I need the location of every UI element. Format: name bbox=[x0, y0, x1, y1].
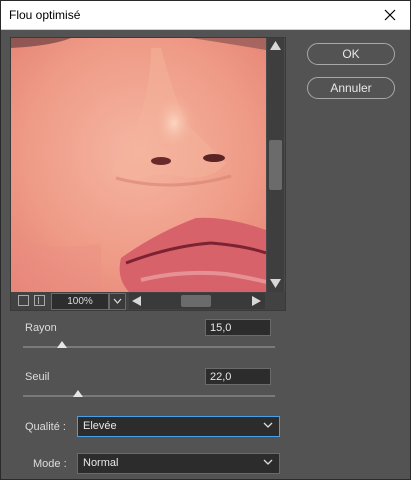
scroll-left-icon[interactable] bbox=[131, 295, 142, 307]
zoom-in-icon[interactable] bbox=[34, 295, 45, 306]
zoom-level-field[interactable]: 100% bbox=[51, 293, 109, 310]
mode-label: Mode : bbox=[33, 458, 67, 470]
rayon-label: Rayon bbox=[25, 322, 57, 334]
seuil-slider-knob[interactable] bbox=[73, 390, 84, 397]
zoom-dropdown[interactable] bbox=[109, 293, 126, 310]
cancel-button[interactable]: Annuler bbox=[307, 77, 395, 99]
chevron-down-icon bbox=[263, 422, 273, 428]
preview-horizontal-scrollbar[interactable] bbox=[129, 293, 265, 309]
qualite-label: Qualité : bbox=[25, 421, 66, 433]
preview-image[interactable] bbox=[11, 38, 266, 292]
seuil-input[interactable]: 22,0 bbox=[205, 368, 271, 385]
scroll-down-icon[interactable] bbox=[269, 278, 282, 289]
smart-blur-dialog: Flou optimisé 100% OK Annuler Rayon 15,0… bbox=[0, 0, 411, 480]
zoom-out-icon[interactable] bbox=[18, 295, 29, 306]
mode-select[interactable]: Normal bbox=[77, 453, 280, 474]
preview-vertical-scrollbar[interactable] bbox=[267, 38, 284, 292]
mode-value: Normal bbox=[83, 457, 119, 469]
chevron-down-icon bbox=[263, 459, 273, 465]
scroll-up-icon[interactable] bbox=[269, 40, 282, 51]
ok-button[interactable]: OK bbox=[307, 43, 395, 65]
seuil-slider-track[interactable] bbox=[23, 395, 275, 397]
scroll-right-icon[interactable] bbox=[251, 295, 262, 307]
preview-toolbar: 100% bbox=[11, 292, 285, 310]
chevron-down-icon bbox=[113, 298, 122, 304]
rayon-slider-knob[interactable] bbox=[57, 341, 68, 348]
close-icon bbox=[384, 9, 396, 21]
qualite-value: Elevée bbox=[83, 420, 117, 432]
seuil-label: Seuil bbox=[25, 371, 50, 383]
qualite-select[interactable]: Elevée bbox=[77, 416, 280, 437]
preview-panel: 100% bbox=[10, 37, 286, 311]
vertical-scroll-thumb[interactable] bbox=[269, 140, 282, 190]
dialog-title: Flou optimisé bbox=[9, 8, 81, 22]
rayon-input[interactable]: 15,0 bbox=[205, 319, 271, 336]
horizontal-scroll-thumb[interactable] bbox=[181, 295, 211, 307]
close-button[interactable] bbox=[370, 1, 410, 29]
title-bar: Flou optimisé bbox=[1, 1, 410, 30]
